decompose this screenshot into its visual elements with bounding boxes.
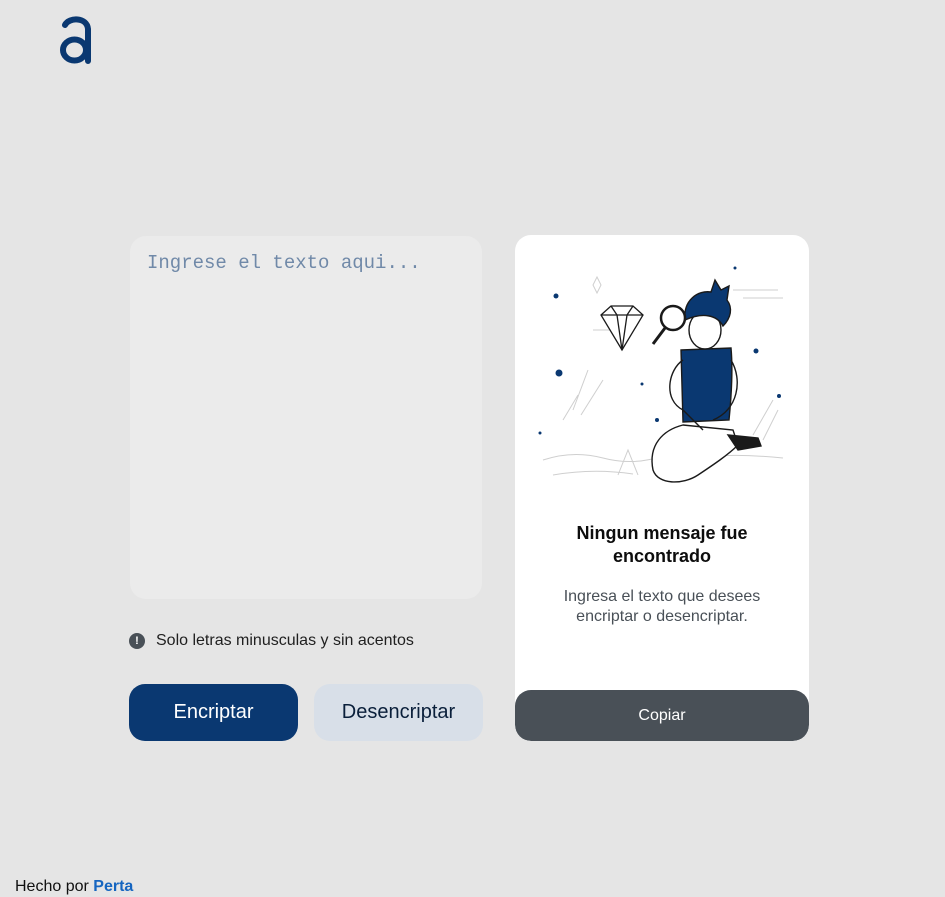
output-text: Ingresa el texto que desees encriptar o … bbox=[563, 588, 761, 625]
encrypt-button[interactable]: Encriptar bbox=[129, 684, 298, 741]
author-link[interactable]: Perta bbox=[93, 878, 133, 895]
text-input-card bbox=[130, 236, 482, 599]
output-title: Ningun mensaje fue encontrado bbox=[576, 523, 748, 566]
input-hint: ! Solo letras minusculas y sin acentos bbox=[129, 632, 414, 650]
footer: Hecho por Perta bbox=[15, 878, 133, 896]
copy-button[interactable]: Copiar bbox=[515, 690, 809, 741]
output-card: Ningun mensaje fue encontrado Ingresa el… bbox=[515, 235, 809, 741]
footer-prefix: Hecho por bbox=[15, 878, 89, 895]
person-with-magnifier-illustration bbox=[538, 266, 784, 483]
alura-logo-icon[interactable] bbox=[57, 15, 93, 65]
text-input[interactable] bbox=[130, 236, 482, 599]
exclamation-circle-icon: ! bbox=[129, 633, 145, 649]
decrypt-button[interactable]: Desencriptar bbox=[314, 684, 483, 741]
hint-text: Solo letras minusculas y sin acentos bbox=[156, 632, 414, 649]
